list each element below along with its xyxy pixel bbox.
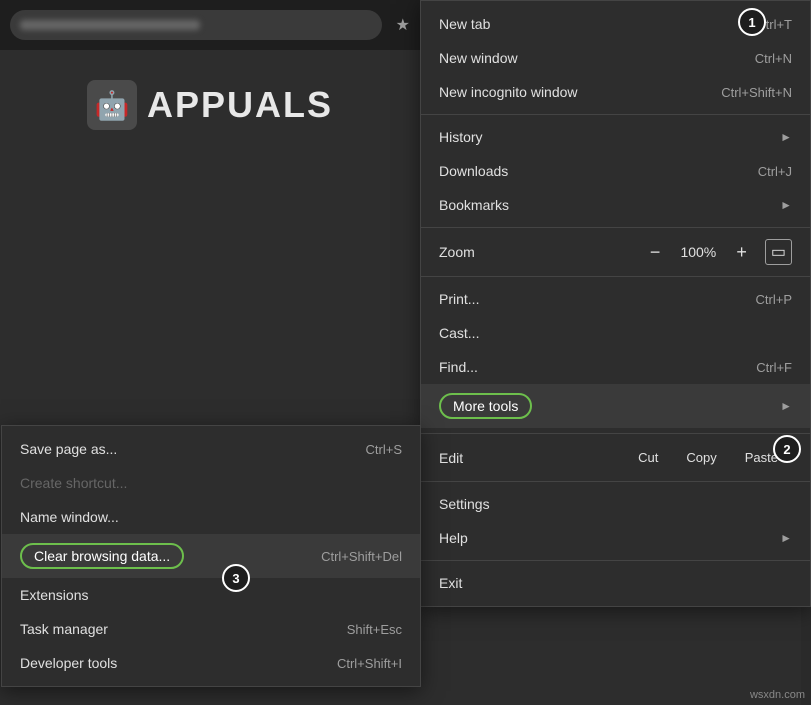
zoom-value-display: 100% <box>678 244 718 260</box>
arrow-icon: ► <box>780 130 792 144</box>
browser-address-bar: ★ <box>0 0 420 50</box>
more-tools-submenu: Save page as... Ctrl+S Create shortcut..… <box>1 425 421 687</box>
cut-button[interactable]: Cut <box>624 445 672 470</box>
menu-item-help[interactable]: Help ► <box>421 521 810 555</box>
zoom-out-button[interactable]: − <box>644 240 667 265</box>
appuals-robot-icon: 🤖 <box>87 80 137 130</box>
menu-item-find[interactable]: Find... Ctrl+F <box>421 350 810 384</box>
menu-item-new-incognito[interactable]: New incognito window Ctrl+Shift+N <box>421 75 810 109</box>
chrome-context-menu: New tab Ctrl+T New window Ctrl+N New inc… <box>420 0 811 607</box>
divider-6 <box>421 560 810 561</box>
divider-2 <box>421 227 810 228</box>
arrow-icon: ► <box>780 198 792 212</box>
menu-item-more-tools[interactable]: More tools ► <box>421 384 810 428</box>
bookmark-star-icon[interactable]: ★ <box>396 15 410 35</box>
fullscreen-button[interactable]: ▭ <box>765 239 792 265</box>
submenu-item-extensions[interactable]: Extensions <box>2 578 420 612</box>
edit-row: Edit Cut Copy Paste <box>421 439 810 476</box>
url-bar[interactable] <box>10 10 382 40</box>
zoom-in-button[interactable]: + <box>730 240 753 265</box>
submenu-item-task-manager[interactable]: Task manager Shift+Esc <box>2 612 420 646</box>
url-text <box>20 20 200 30</box>
watermark: wsxdn.com <box>750 689 805 701</box>
divider-3 <box>421 276 810 277</box>
divider-4 <box>421 433 810 434</box>
menu-item-print[interactable]: Print... Ctrl+P <box>421 282 810 316</box>
menu-item-settings[interactable]: Settings <box>421 487 810 521</box>
submenu-item-create-shortcut[interactable]: Create shortcut... <box>2 466 420 500</box>
appuals-logo: 🤖 APPUALS <box>87 80 333 130</box>
divider-1 <box>421 114 810 115</box>
menu-item-history[interactable]: History ► <box>421 120 810 154</box>
submenu-item-name-window[interactable]: Name window... <box>2 500 420 534</box>
menu-item-downloads[interactable]: Downloads Ctrl+J <box>421 154 810 188</box>
menu-item-cast[interactable]: Cast... <box>421 316 810 350</box>
divider-5 <box>421 481 810 482</box>
submenu-item-developer-tools[interactable]: Developer tools Ctrl+Shift+I <box>2 646 420 680</box>
arrow-icon: ► <box>780 531 792 545</box>
arrow-icon: ► <box>780 399 792 413</box>
menu-item-exit[interactable]: Exit <box>421 566 810 600</box>
step-badge-1: 1 <box>738 8 766 36</box>
menu-item-new-window[interactable]: New window Ctrl+N <box>421 41 810 75</box>
edit-controls: Cut Copy Paste <box>624 445 792 470</box>
copy-button[interactable]: Copy <box>672 445 730 470</box>
zoom-control-row: Zoom − 100% + ▭ <box>421 233 810 271</box>
zoom-controls: − 100% + ▭ <box>644 239 792 265</box>
submenu-item-save-page[interactable]: Save page as... Ctrl+S <box>2 432 420 466</box>
step-badge-3: 3 <box>222 564 250 592</box>
appuals-brand-name: APPUALS <box>147 84 333 126</box>
submenu-item-clear-browsing[interactable]: Clear browsing data... Ctrl+Shift+Del <box>2 534 420 578</box>
step-badge-2: 2 <box>773 435 801 463</box>
menu-item-bookmarks[interactable]: Bookmarks ► <box>421 188 810 222</box>
